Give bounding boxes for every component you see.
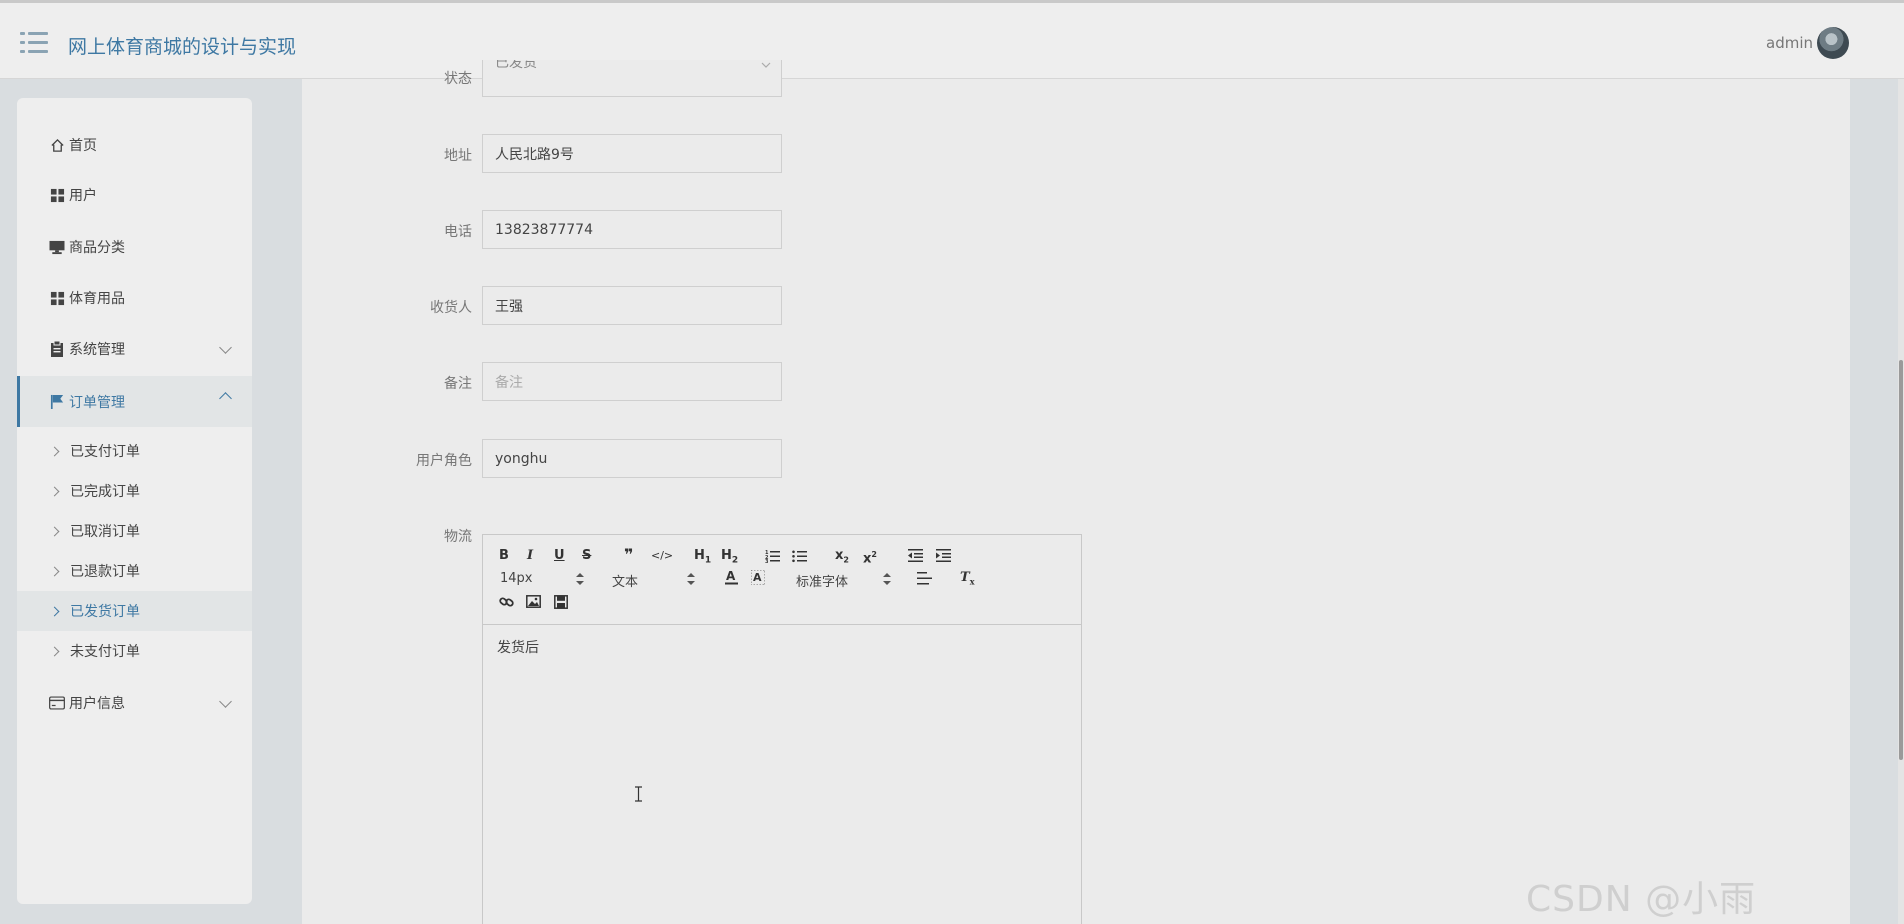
scrollbar-thumb[interactable] <box>1899 360 1903 760</box>
avatar[interactable] <box>1817 27 1849 59</box>
sidebar-item-home[interactable]: 首页 <box>17 125 252 165</box>
status-label: 状态 <box>444 71 472 87</box>
h2-button[interactable]: H2 <box>721 548 738 569</box>
clipboard-icon <box>49 341 65 357</box>
sidebar-item-label: 首页 <box>69 138 97 154</box>
submenu-label: 已支付订单 <box>70 444 140 460</box>
italic-button[interactable]: I <box>527 548 533 564</box>
image-icon[interactable] <box>526 595 541 608</box>
address-label: 地址 <box>444 148 472 164</box>
submenu-label: 未支付订单 <box>70 644 140 660</box>
flag-icon <box>49 394 65 410</box>
sidebar-item-user-info[interactable]: 用户信息 <box>17 683 252 723</box>
watermark: CSDN @小雨cc5566ru <box>1526 879 1757 924</box>
menu-toggle-icon[interactable] <box>20 32 48 54</box>
submenu-label: 已完成订单 <box>70 484 140 500</box>
submenu-paid-orders[interactable]: 已支付订单 <box>17 431 252 471</box>
sidebar-item-users[interactable]: 用户 <box>17 175 252 215</box>
grid-icon <box>49 187 65 203</box>
chevron-right-icon <box>49 486 60 496</box>
status-select[interactable]: 已发货 <box>482 60 782 97</box>
home-icon <box>49 137 65 153</box>
receiver-input[interactable]: 王强 <box>482 286 782 325</box>
user-name[interactable]: admin <box>1766 34 1813 52</box>
monitor-icon <box>49 239 65 255</box>
subscript-button[interactable]: x2 <box>835 548 849 569</box>
sidebar-item-label: 用户 <box>69 188 97 204</box>
top-bar: 网上体育商城的设计与实现 admin <box>0 0 1904 79</box>
submenu-shipped-orders[interactable]: 已发货订单 <box>17 591 252 631</box>
clear-format-button[interactable]: Tx <box>960 570 974 590</box>
status-value: 已发货 <box>495 60 537 71</box>
text-cursor-icon <box>635 786 642 802</box>
strike-button[interactable]: S <box>582 548 591 564</box>
logistics-editor: B I U S ❞ </> H1 H2 123 x2 x2 14px 文本 A … <box>482 534 1082 924</box>
address-input[interactable]: 人民北路9号 <box>482 134 782 173</box>
chevron-down-icon <box>219 341 232 354</box>
link-icon[interactable] <box>499 595 514 609</box>
remark-input[interactable]: 备注 <box>482 362 782 401</box>
chevron-up-icon <box>219 392 232 405</box>
sidebar-item-label: 订单管理 <box>69 394 125 411</box>
indent-icon[interactable] <box>936 549 951 562</box>
background-color-icon[interactable]: A <box>751 570 765 585</box>
font-size-arrows-icon <box>576 573 584 585</box>
chevron-right-icon <box>49 606 60 616</box>
sidebar-item-label: 体育用品 <box>69 291 125 307</box>
superscript-button[interactable]: x2 <box>863 547 877 567</box>
code-button[interactable]: </> <box>651 548 673 564</box>
logistics-label: 物流 <box>444 529 472 545</box>
submenu-label: 已发货订单 <box>70 604 140 620</box>
submenu-completed-orders[interactable]: 已完成订单 <box>17 471 252 511</box>
block-format-arrows-icon <box>687 573 695 585</box>
font-size-select[interactable]: 14px <box>500 571 533 586</box>
submenu-label: 已退款订单 <box>70 564 140 580</box>
submenu-refunded-orders[interactable]: 已退款订单 <box>17 551 252 591</box>
video-icon[interactable] <box>554 595 568 609</box>
remark-label: 备注 <box>444 376 472 392</box>
chevron-right-icon <box>49 646 60 656</box>
submenu-label: 已取消订单 <box>70 524 140 540</box>
chevron-down-icon <box>219 695 232 708</box>
submenu-cancelled-orders[interactable]: 已取消订单 <box>17 511 252 551</box>
quote-button[interactable]: ❞ <box>624 547 633 563</box>
sidebar-item-label: 系统管理 <box>69 342 125 358</box>
submenu-unpaid-orders[interactable]: 未支付订单 <box>17 631 252 671</box>
editor-content[interactable]: 发货后 <box>497 637 539 657</box>
bullet-list-icon[interactable] <box>792 549 807 563</box>
card-icon <box>49 695 65 711</box>
sidebar-item-orders[interactable]: 订单管理 <box>17 376 252 427</box>
svg-text:3: 3 <box>765 559 769 563</box>
font-family-select[interactable]: 标准字体 <box>796 571 848 590</box>
sidebar-item-system[interactable]: 系统管理 <box>17 329 252 369</box>
chevron-down-icon <box>761 62 771 68</box>
outdent-icon[interactable] <box>908 549 923 562</box>
site-title: 网上体育商城的设计与实现 <box>68 36 297 58</box>
editor-toolbar: B I U S ❞ </> H1 H2 123 x2 x2 14px 文本 A … <box>483 535 1081 625</box>
h1-button[interactable]: H1 <box>694 548 711 569</box>
grid-icon <box>49 290 65 306</box>
chevron-right-icon <box>49 566 60 576</box>
font-color-icon[interactable]: A <box>725 570 738 585</box>
phone-input[interactable]: 13823877774 <box>482 210 782 249</box>
phone-label: 电话 <box>444 224 472 240</box>
font-family-arrows-icon <box>883 573 891 585</box>
ordered-list-icon[interactable]: 123 <box>765 549 780 563</box>
role-input[interactable]: yonghu <box>482 439 782 478</box>
chevron-right-icon <box>49 526 60 536</box>
role-label: 用户角色 <box>416 453 472 469</box>
block-format-select[interactable]: 文本 <box>612 571 638 590</box>
receiver-label: 收货人 <box>430 300 472 316</box>
sidebar: 首页 用户 商品分类 体育用品 系统管理 订单管理 已支付订单 已完成订单 已取… <box>17 98 252 904</box>
sidebar-item-label: 用户信息 <box>69 696 125 712</box>
svg-text:A: A <box>753 571 762 584</box>
sidebar-item-sports-goods[interactable]: 体育用品 <box>17 278 252 318</box>
sidebar-item-category[interactable]: 商品分类 <box>17 227 252 267</box>
chevron-right-icon <box>49 446 60 456</box>
underline-button[interactable]: U <box>554 548 565 564</box>
bold-button[interactable]: B <box>499 548 509 564</box>
svg-text:A: A <box>726 570 736 583</box>
align-icon[interactable] <box>917 572 932 585</box>
sidebar-item-label: 商品分类 <box>69 240 125 256</box>
